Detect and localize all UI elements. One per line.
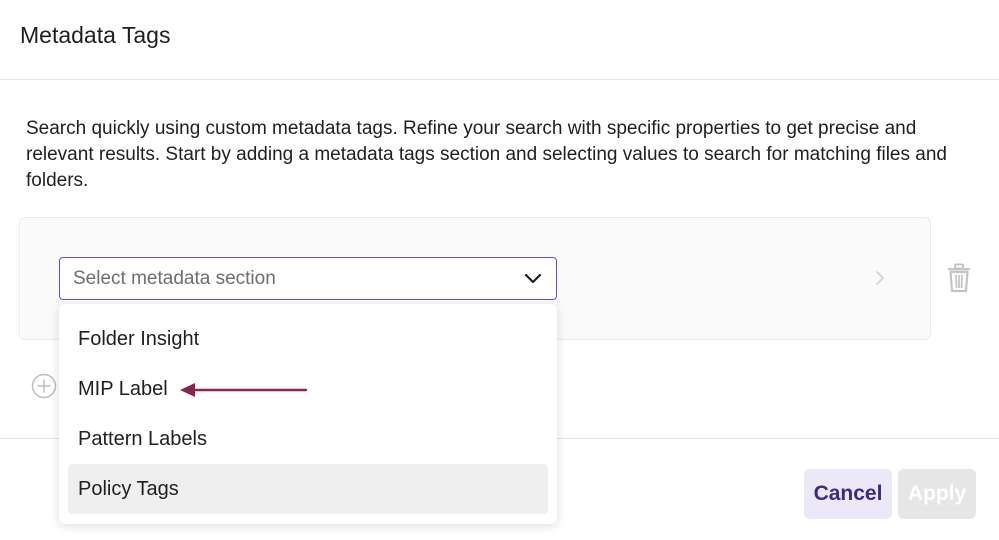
select-placeholder: Select metadata section [73, 268, 276, 289]
annotation-arrow-icon [180, 383, 308, 397]
dropdown-option-mip-label[interactable]: MIP Label [68, 364, 548, 414]
dialog-title: Metadata Tags [20, 22, 171, 48]
cancel-button[interactable]: Cancel [804, 469, 892, 519]
dialog-description: Search quickly using custom metadata tag… [26, 118, 947, 191]
add-section-icon[interactable] [31, 373, 57, 399]
metadata-section-dropdown: Folder Insight MIP Label Pattern Labels … [59, 304, 557, 524]
chevron-down-icon [524, 273, 542, 284]
dialog-header: Metadata Tags [0, 0, 999, 80]
apply-button[interactable]: Apply [898, 469, 976, 519]
dropdown-option-folder-insight[interactable]: Folder Insight [68, 314, 548, 364]
dropdown-option-pattern-labels[interactable]: Pattern Labels [68, 414, 548, 464]
metadata-section-select[interactable]: Select metadata section [59, 257, 557, 300]
dropdown-option-policy-tags[interactable]: Policy Tags [68, 464, 548, 514]
trash-icon[interactable] [946, 263, 972, 293]
metadata-tags-dialog: Metadata Tags Search quickly using custo… [0, 0, 999, 540]
chevron-right-icon [876, 271, 884, 285]
